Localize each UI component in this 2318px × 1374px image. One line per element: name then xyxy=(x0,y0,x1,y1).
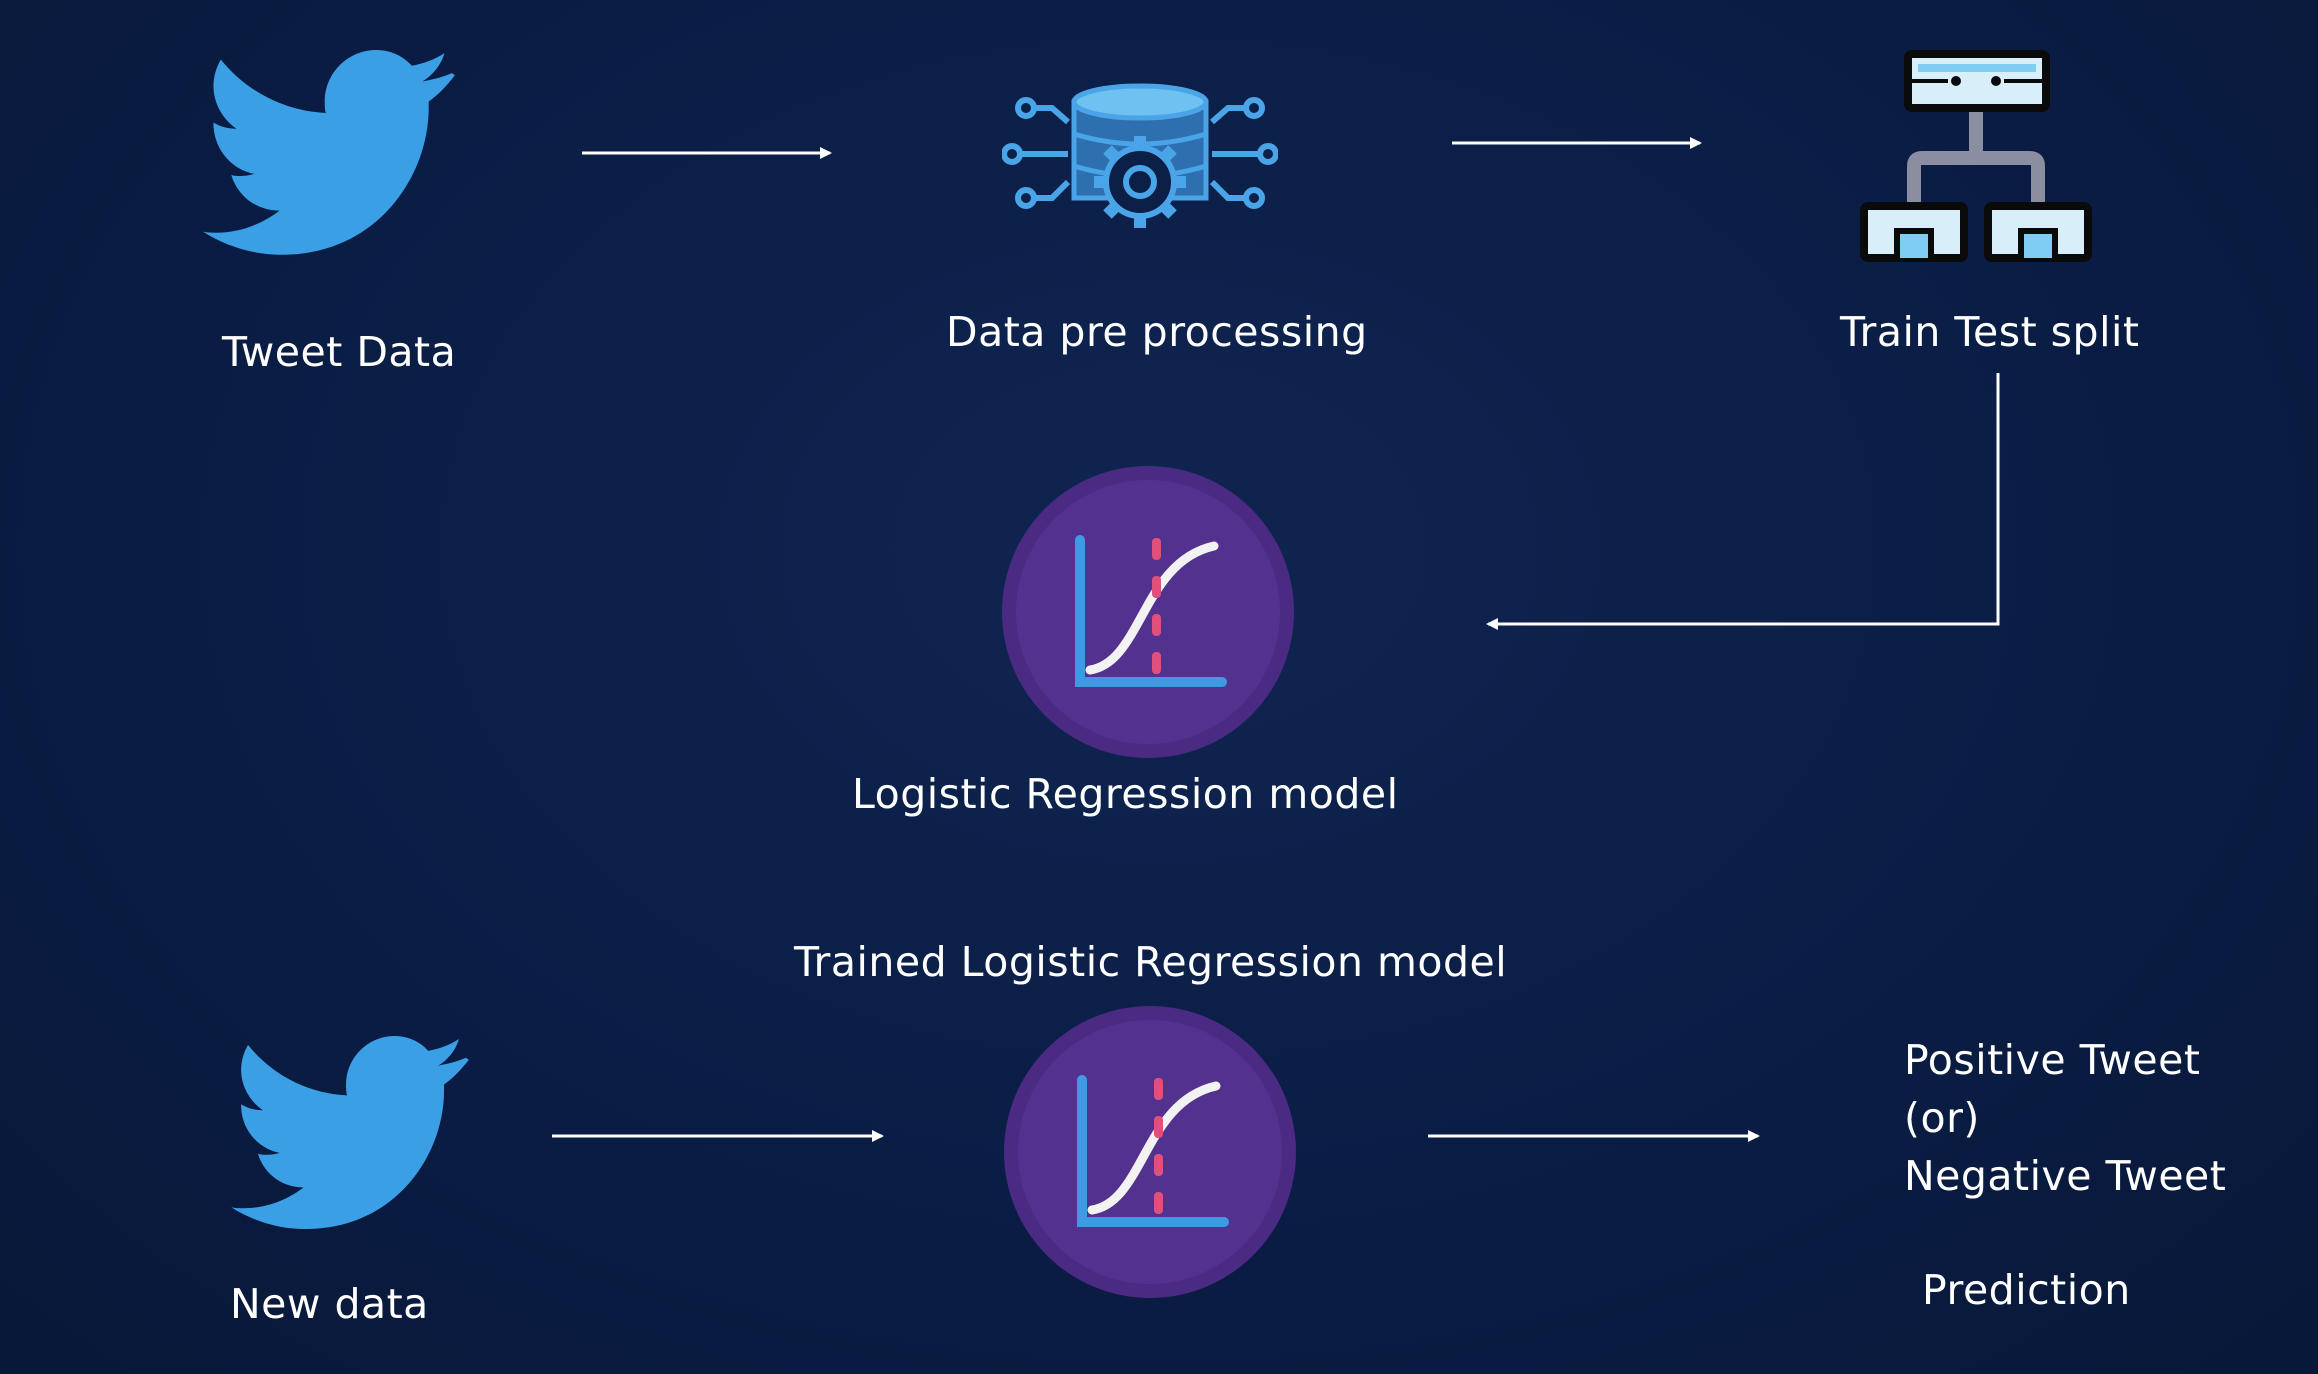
output-or-label: (or) xyxy=(1904,1094,1980,1142)
output-positive-label: Positive Tweet xyxy=(1904,1036,2201,1084)
trained-model-label: Trained Logistic Regression model xyxy=(794,938,1508,986)
new-data-label: New data xyxy=(230,1280,429,1328)
logistic-curve-icon xyxy=(1002,466,1294,758)
twitter-bird-icon xyxy=(202,50,455,255)
new-data-node xyxy=(228,1036,474,1234)
tweet-data-label: Tweet Data xyxy=(222,328,457,376)
lr-model-node xyxy=(1002,466,1294,758)
preprocessing-node xyxy=(1001,82,1279,238)
preprocessing-label: Data pre processing xyxy=(946,308,1368,356)
split-hierarchy-icon xyxy=(1860,50,2092,262)
logistic-curve-icon xyxy=(1004,1006,1296,1298)
arrow-split-to-model xyxy=(1486,373,2000,630)
tweet-data-node xyxy=(200,50,460,260)
lr-model-label: Logistic Regression model xyxy=(852,770,1399,818)
output-negative-label: Negative Tweet xyxy=(1904,1152,2227,1200)
trained-model-node xyxy=(1004,1006,1296,1298)
database-gear-icon xyxy=(1001,83,1279,228)
twitter-bird-icon xyxy=(231,1036,469,1230)
prediction-caption: Prediction xyxy=(1922,1266,2131,1314)
train-test-split-label: Train Test split xyxy=(1840,308,2140,356)
train-test-split-node xyxy=(1856,48,2096,268)
